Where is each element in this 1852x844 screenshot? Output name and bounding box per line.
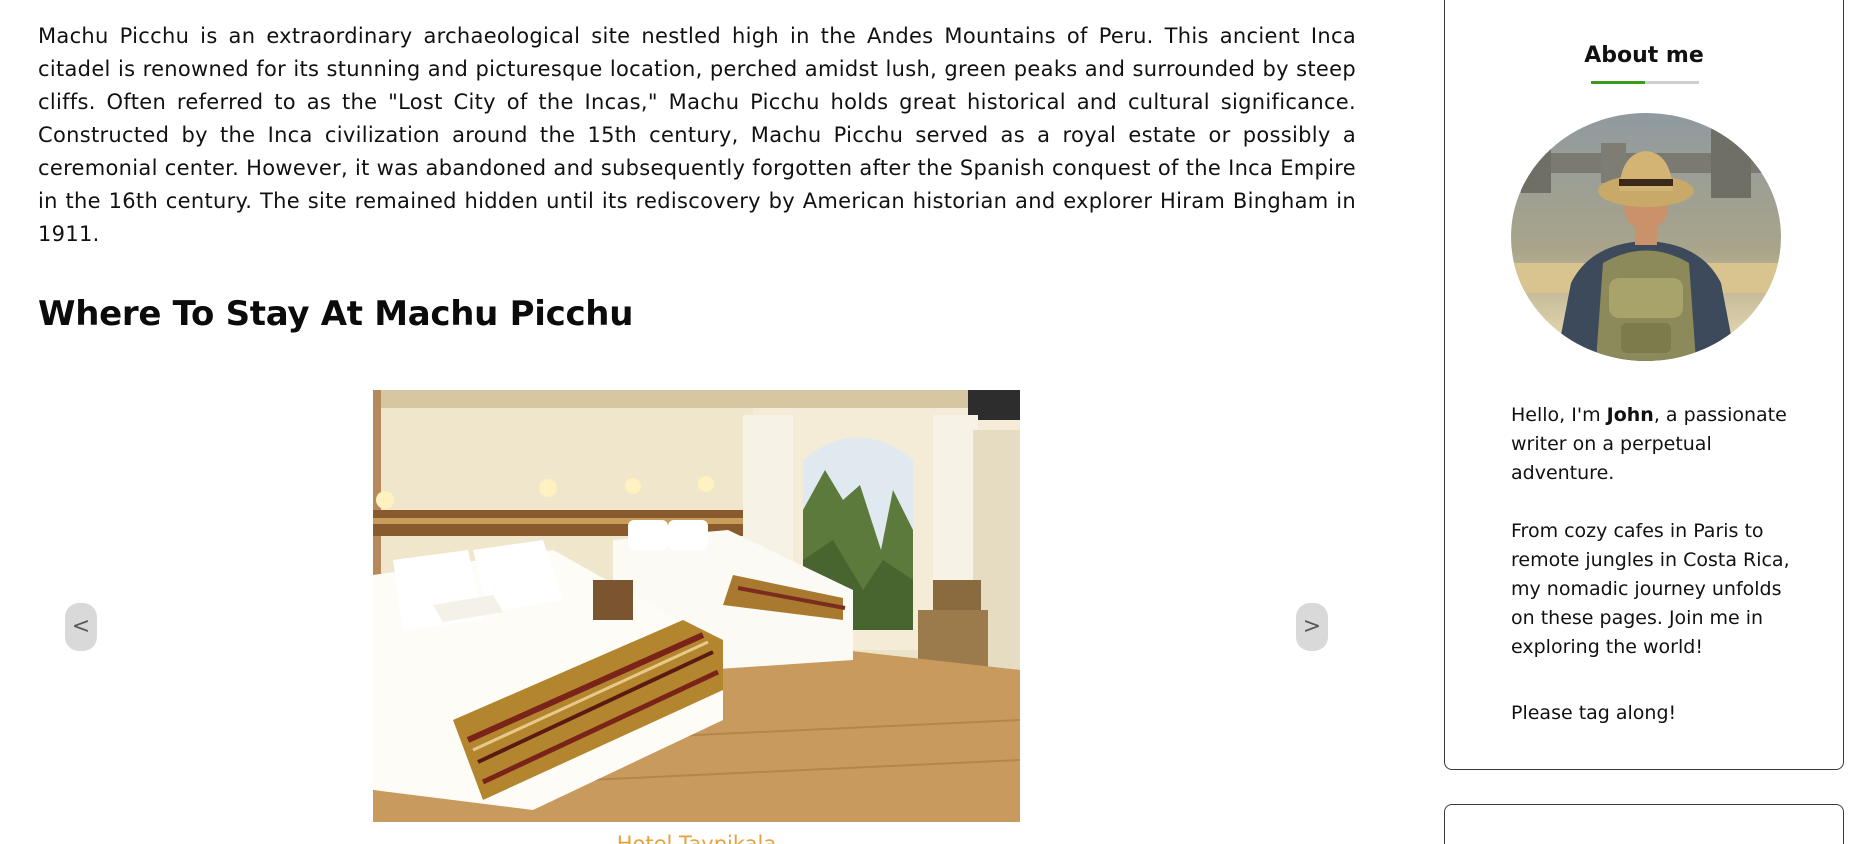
next-sidebar-card bbox=[1444, 804, 1844, 844]
page: Machu Picchu is an extraordinary archaeo… bbox=[0, 0, 1852, 844]
hotel-room-photo bbox=[373, 390, 1020, 822]
about-intro: Hello, I'm John, a passionate writer on … bbox=[1511, 401, 1793, 488]
carousel-prev-button[interactable]: < bbox=[65, 603, 97, 651]
intro-paragraph: Machu Picchu is an extraordinary archaeo… bbox=[38, 24, 1356, 246]
avatar bbox=[1511, 113, 1781, 361]
about-paragraph-3: Please tag along! bbox=[1511, 702, 1677, 724]
author-name: John bbox=[1606, 404, 1654, 426]
hotel-carousel: < > Hotel Taypikala bbox=[38, 390, 1356, 844]
slide-caption-link[interactable]: Hotel Taypikala bbox=[373, 832, 1020, 844]
section-title: Where To Stay At Machu Picchu bbox=[38, 294, 634, 334]
main-content: Machu Picchu is an extraordinary archaeo… bbox=[38, 0, 1356, 844]
carousel-next-button[interactable]: > bbox=[1296, 603, 1328, 651]
greeting-prefix: Hello, I'm bbox=[1511, 404, 1607, 426]
about-me-card: About me Hello, I'm John, a passionate w… bbox=[1444, 0, 1844, 770]
about-paragraph-2: From cozy cafes in Paris to remote jungl… bbox=[1511, 520, 1790, 658]
about-body: Hello, I'm John, a passionate writer on … bbox=[1511, 401, 1793, 757]
about-title: About me bbox=[1584, 43, 1704, 68]
title-underline-accent bbox=[1591, 81, 1645, 84]
title-underline bbox=[1591, 81, 1699, 84]
